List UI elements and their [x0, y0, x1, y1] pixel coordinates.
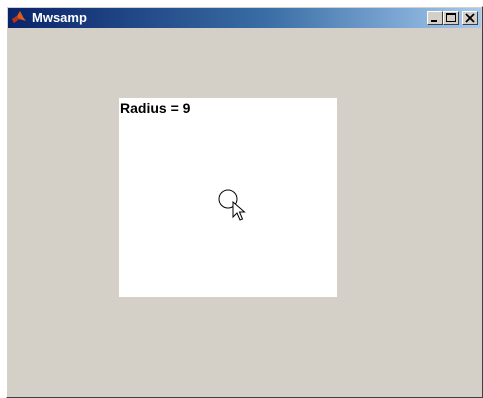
- arrow-cursor-icon: [232, 201, 246, 221]
- matlab-logo-icon: [11, 10, 27, 26]
- circle-mark: [218, 189, 238, 209]
- drawing-canvas[interactable]: Radius = 9: [119, 98, 337, 297]
- title-bar[interactable]: Mwsamp: [8, 8, 481, 28]
- maximize-icon: [446, 13, 456, 22]
- minimize-icon: [431, 20, 437, 22]
- minimize-button[interactable]: [427, 11, 443, 25]
- close-icon: [465, 13, 475, 23]
- maximize-button[interactable]: [443, 11, 459, 25]
- window-title: Mwsamp: [32, 10, 87, 25]
- app-window: Mwsamp Radius = 9: [6, 6, 483, 398]
- close-button[interactable]: [462, 11, 478, 25]
